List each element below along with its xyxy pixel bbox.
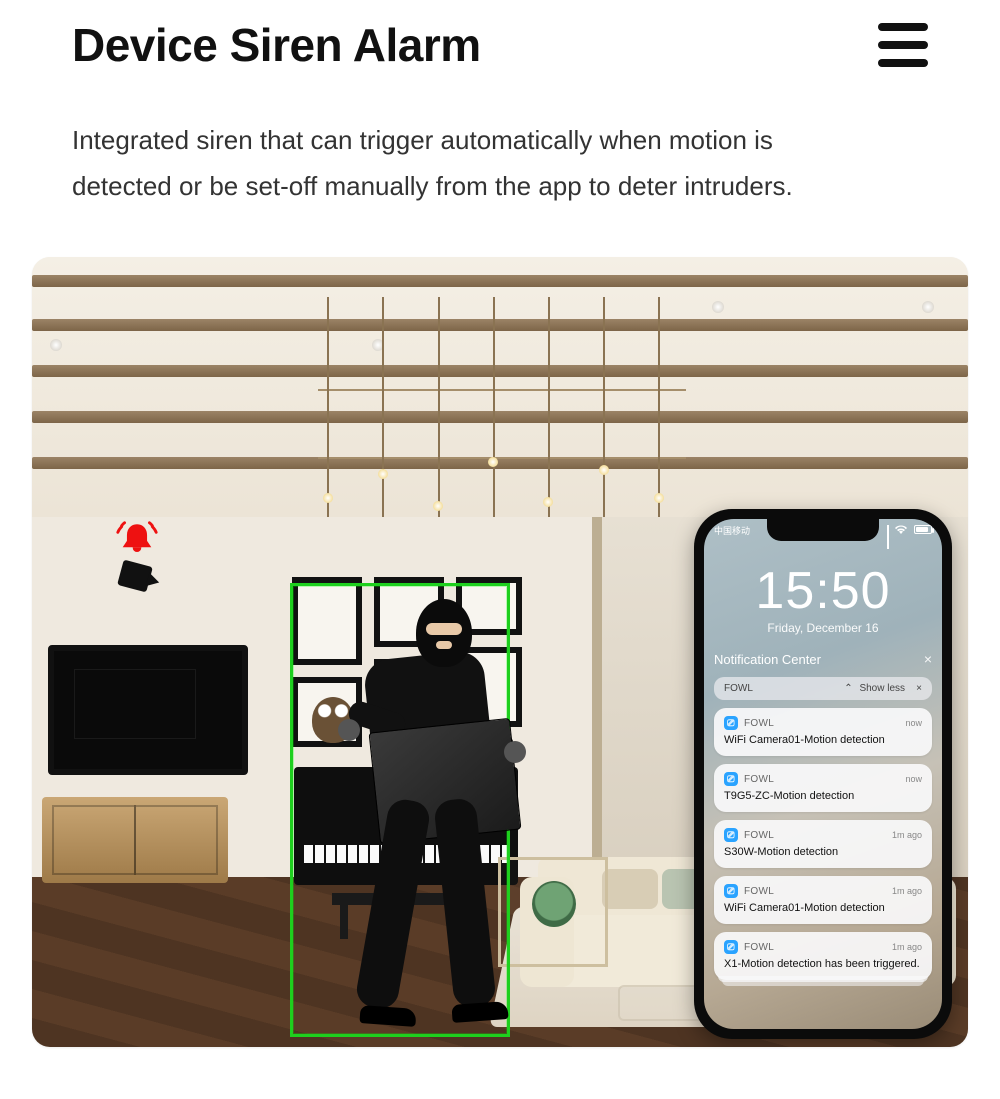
notification-center-title: Notification Center — [714, 652, 821, 667]
notification-item[interactable]: ⎚ FOWL now T9G5-ZC-Motion detection — [714, 764, 932, 812]
status-icons — [883, 525, 932, 536]
hamburger-bar-icon — [878, 23, 928, 31]
notification-message: S30W-Motion detection — [724, 846, 922, 858]
chevron-up-icon: ⌃ — [844, 683, 852, 694]
wifi-icon — [895, 525, 907, 536]
hamburger-bar-icon — [878, 59, 928, 67]
notification-message: X1-Motion detection has been triggered. — [724, 958, 922, 970]
header: Device Siren Alarm — [0, 0, 1000, 72]
app-icon: ⎚ — [724, 772, 738, 786]
notification-time: now — [905, 774, 922, 784]
close-icon[interactable]: × — [924, 651, 932, 667]
notification-time: now — [905, 718, 922, 728]
notification-app-name: FOWL — [744, 718, 774, 729]
hamburger-bar-icon — [878, 41, 928, 49]
intruder-figure — [308, 591, 518, 1031]
app-icon: ⎚ — [724, 828, 738, 842]
vase — [532, 881, 576, 927]
notification-group-header[interactable]: FOWL ⌃ Show less × — [714, 677, 932, 700]
notification-item[interactable]: ⎚ FOWL 1m ago WiFi Camera01-Motion detectio… — [714, 876, 932, 924]
show-less-label[interactable]: Show less — [859, 683, 905, 694]
feature-description: Integrated siren that can trigger automa… — [0, 72, 880, 209]
phone-screen: 中国移动 15:50 Friday, December 16 Notificat… — [704, 519, 942, 1029]
notification-time: 1m ago — [892, 942, 922, 952]
notification-app: ⎚ FOWL — [724, 884, 774, 898]
chandelier — [272, 337, 732, 537]
phone-notch-icon — [767, 519, 879, 541]
tv-stand — [42, 797, 228, 883]
notification-list: ⎚ FOWL now WiFi Camera01-Motion detection ⎚ F… — [704, 708, 942, 980]
notification-app-name: FOWL — [744, 942, 774, 953]
battery-icon — [914, 525, 932, 534]
clock-time: 15:50 — [704, 565, 942, 617]
phone-mockup: 中国移动 15:50 Friday, December 16 Notificat… — [694, 509, 952, 1039]
ceiling — [32, 257, 968, 517]
notification-time: 1m ago — [892, 830, 922, 840]
bell-alarm-icon — [114, 517, 160, 563]
page-title: Device Siren Alarm — [72, 18, 481, 72]
notification-item[interactable]: ⎚ FOWL 1m ago S30W-Motion detection — [714, 820, 932, 868]
app-icon: ⎚ — [724, 940, 738, 954]
feature-illustration: 中国移动 15:50 Friday, December 16 Notificat… — [32, 257, 968, 1047]
page: Device Siren Alarm Integrated siren that… — [0, 0, 1000, 1099]
notification-app-name: FOWL — [744, 886, 774, 897]
notification-app-name: FOWL — [744, 830, 774, 841]
menu-button[interactable] — [878, 23, 928, 67]
group-app-name: FOWL — [724, 683, 753, 694]
notification-item[interactable]: ⎚ FOWL 1m ago X1-Motion detection has been … — [714, 932, 932, 980]
notification-app: ⎚ FOWL — [724, 940, 774, 954]
notification-time: 1m ago — [892, 886, 922, 896]
notification-center-header: Notification Center × — [714, 651, 932, 667]
notification-app: ⎚ FOWL — [724, 716, 774, 730]
notification-item[interactable]: ⎚ FOWL now WiFi Camera01-Motion detection — [714, 708, 932, 756]
notification-message: T9G5-ZC-Motion detection — [724, 790, 922, 802]
notification-app-name: FOWL — [744, 774, 774, 785]
lockscreen-clock: 15:50 Friday, December 16 — [704, 565, 942, 635]
notification-app: ⎚ FOWL — [724, 828, 774, 842]
app-icon: ⎚ — [724, 884, 738, 898]
notification-app: ⎚ FOWL — [724, 772, 774, 786]
carrier-label: 中国移动 — [714, 524, 750, 537]
group-actions: ⌃ Show less × — [844, 683, 922, 694]
close-icon[interactable]: × — [916, 683, 922, 694]
tv — [48, 645, 248, 775]
app-icon: ⎚ — [724, 716, 738, 730]
notification-message: WiFi Camera01-Motion detection — [724, 734, 922, 746]
signal-icon — [887, 525, 889, 534]
notification-message: WiFi Camera01-Motion detection — [724, 902, 922, 914]
notification-stack-icon — [722, 980, 924, 986]
clock-date: Friday, December 16 — [704, 621, 942, 635]
